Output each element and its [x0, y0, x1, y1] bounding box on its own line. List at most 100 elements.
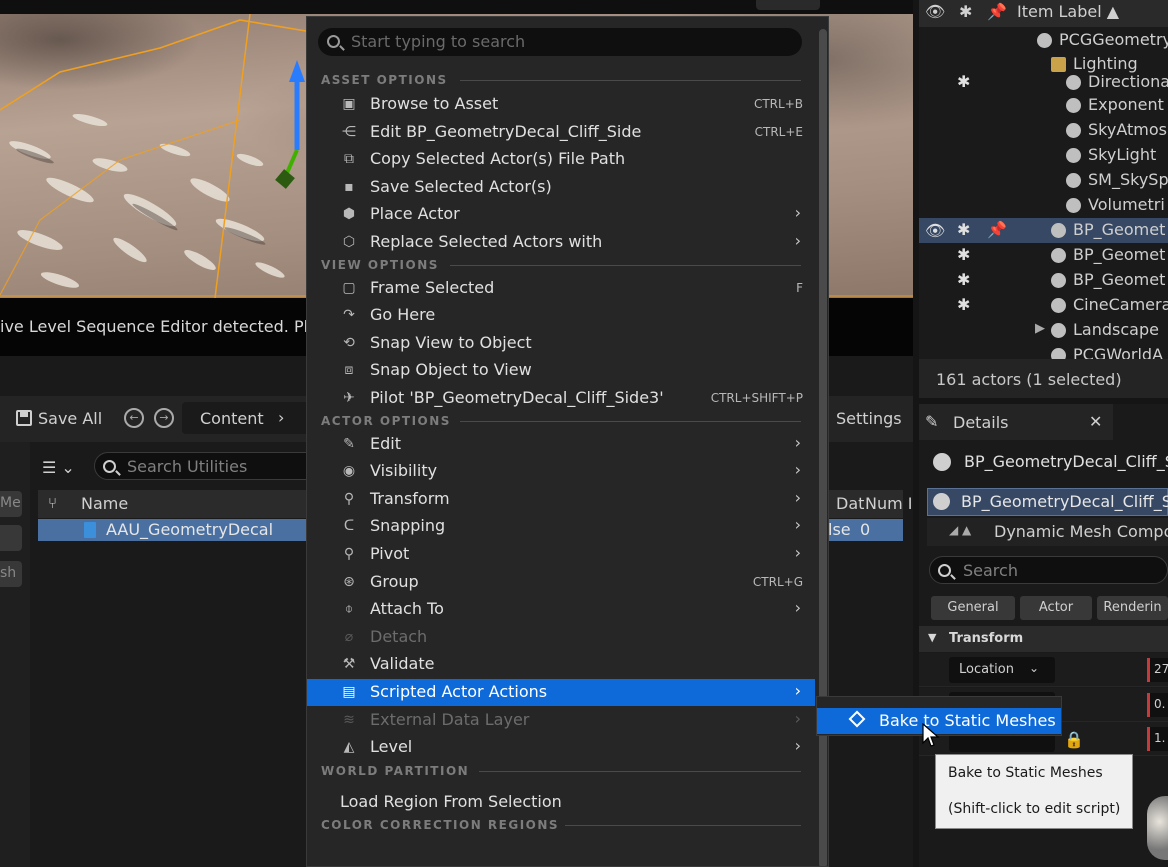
shortcut-label: CTRL+E — [754, 124, 803, 139]
breadcrumb[interactable]: Content › — [182, 402, 322, 434]
star-icon[interactable]: ✱ — [957, 245, 970, 264]
filter-icon[interactable]: ☰ ⌄ — [42, 458, 75, 477]
menu-item-copy-selected-actor-s-file-path[interactable]: ⧉ Copy Selected Actor(s) File Path — [307, 146, 815, 173]
chevron-right-icon: › — [794, 515, 801, 535]
viewport-toolbar-button[interactable] — [756, 0, 820, 10]
chevron-right-icon: › — [794, 543, 801, 562]
menu-item-load-region-from-selection[interactable]: Load Region From Selection — [307, 789, 815, 816]
expand-arrow-icon[interactable]: ▶ — [1035, 321, 1045, 336]
outliner-row[interactable]: SkyLight — [919, 143, 1168, 168]
pivot-icon: ⚲ — [343, 546, 355, 562]
breadcrumb-content[interactable]: Content — [200, 409, 264, 428]
eye-icon[interactable]: 👁 — [925, 221, 945, 240]
menu-item-pilot-bp-geometrydecal-cliff-side3[interactable]: ✈ Pilot 'BP_GeometryDecal_Cliff_Side3' CTR… — [307, 385, 815, 412]
star-header-icon[interactable]: ✱ — [959, 2, 972, 21]
menu-item-save-selected-actor-s[interactable]: ▪ Save Selected Actor(s) — [307, 174, 815, 201]
location-property-row: Location ⌄ 27 — [919, 653, 1168, 687]
shortcut-label: CTRL+B — [753, 97, 803, 111]
menu-item-level[interactable]: ◭ Level › — [307, 734, 815, 761]
details-tab[interactable]: ✎ Details ✕ — [919, 404, 1113, 440]
outliner-row[interactable]: ✱ Directiona — [919, 70, 1168, 95]
star-icon[interactable]: ✱ — [957, 220, 970, 239]
outliner-row-label: SkyLight — [1088, 145, 1157, 164]
menu-item-place-actor[interactable]: ⬢ Place Actor › — [307, 201, 815, 228]
menu-item-attach-to[interactable]: ⌽ Attach To › — [307, 596, 815, 623]
menu-item-edit-bp-geometrydecal-cliff-side[interactable]: ⋲ Edit BP_GeometryDecal_Cliff_Side CTRL+E — [307, 119, 815, 146]
menu-item-detach[interactable]: ⌀ Detach — [307, 624, 815, 651]
menu-item-external-data-layer[interactable]: ≋ External Data Layer › — [307, 707, 815, 734]
subcomponent-row[interactable]: ◢ ▲ Dynamic Mesh Compo — [927, 518, 1168, 546]
menu-item-label: Snap View to Object — [370, 332, 532, 352]
menu-item-browse-to-asset[interactable]: ▣ Browse to Asset CTRL+B — [307, 91, 815, 118]
source-chip[interactable] — [0, 525, 22, 551]
settings-button[interactable]: Settings — [836, 409, 902, 428]
source-chip[interactable]: sh — [0, 561, 22, 587]
menu-item-validate[interactable]: ⚒ Validate — [307, 651, 815, 678]
menu-search-input[interactable]: Start typing to search — [318, 28, 802, 56]
rotation-x-field[interactable]: 0. — [1147, 693, 1168, 717]
menu-item-scripted-actor-actions[interactable]: ▤ Scripted Actor Actions › — [307, 679, 815, 706]
actor-icon — [933, 453, 951, 471]
outliner-row[interactable]: ✱ CineCamera — [919, 293, 1168, 318]
location-x-field[interactable]: 27 — [1147, 658, 1168, 682]
item-label-header[interactable]: Item Label ▲ — [1017, 2, 1119, 21]
menu-item-snapping[interactable]: ᑕ Snapping › — [307, 513, 815, 540]
pin-icon[interactable]: 📌 — [987, 220, 1007, 239]
menu-item-pivot[interactable]: ⚲ Pivot › — [307, 541, 815, 568]
lock-icon[interactable]: 🔒 — [1064, 730, 1084, 749]
menu-item-label: Pilot 'BP_GeometryDecal_Cliff_Side3' — [370, 388, 664, 407]
attach-icon: ⌽ — [344, 601, 354, 618]
outliner-row[interactable]: ✱ BP_Geomet — [919, 268, 1168, 293]
utilities-search-input[interactable]: Search Utilities — [94, 452, 324, 480]
source-chip[interactable]: Me: — [0, 491, 22, 517]
menu-item-replace-selected-actors-with[interactable]: ⬡ Replace Selected Actors with › — [307, 229, 815, 256]
actor-icon — [1051, 273, 1066, 288]
star-icon[interactable]: ✱ — [957, 72, 970, 91]
menu-item-group[interactable]: ⊛ Group CTRL+G — [307, 569, 815, 596]
forward-icon[interactable]: → — [154, 408, 174, 428]
category-general[interactable]: General — [931, 596, 1015, 620]
menu-item-snap-object-to-view[interactable]: ⧈ Snap Object to View — [307, 357, 815, 384]
location-dropdown[interactable]: Location ⌄ — [949, 657, 1055, 683]
column-name[interactable]: Name — [81, 494, 128, 513]
column-dat[interactable]: Dat — [836, 494, 864, 513]
outliner-row[interactable]: ▶ Landscape — [919, 318, 1168, 343]
category-rendering[interactable]: Renderin — [1097, 596, 1168, 620]
menu-scrollbar[interactable] — [819, 29, 827, 866]
branch-icon[interactable]: ⑂ — [48, 494, 57, 512]
outliner-row[interactable]: PCGGeometry — [919, 28, 1168, 53]
outliner-row[interactable]: SkyAtmos — [919, 118, 1168, 143]
material-thumbnail[interactable] — [1147, 796, 1168, 860]
expand-triangle-icon[interactable]: ◢ ▲ — [949, 523, 971, 537]
save-all-button[interactable]: Save All — [16, 404, 102, 432]
component-row-selected[interactable]: BP_GeometryDecal_Cliff_S — [927, 488, 1168, 516]
outliner-row[interactable]: Volumetri — [919, 193, 1168, 218]
section-label: ACTOR OPTIONS — [321, 413, 451, 428]
scale-x-field[interactable]: 1. — [1147, 727, 1168, 751]
menu-item-frame-selected[interactable]: ▢ Frame Selected F — [307, 275, 815, 302]
chevron-right-icon: › — [794, 432, 801, 452]
pin-header-icon[interactable]: 📌 — [987, 2, 1007, 21]
menu-item-edit[interactable]: ✎ Edit › — [307, 431, 815, 458]
outliner-row[interactable]: SM_SkySp — [919, 168, 1168, 193]
outliner-row[interactable]: Exponent — [919, 93, 1168, 118]
back-icon[interactable]: ← — [124, 408, 144, 428]
outliner-row[interactable]: 👁 📌 ✱ BP_Geomet — [919, 218, 1168, 243]
menu-item-transform[interactable]: ⚲ Transform › — [307, 486, 815, 513]
menu-item-snap-view-to-object[interactable]: ⟲ Snap View to Object — [307, 330, 815, 357]
category-actor[interactable]: Actor — [1020, 596, 1092, 620]
menu-item-visibility[interactable]: ◉ Visibility › — [307, 458, 815, 485]
star-icon[interactable]: ✱ — [957, 295, 970, 314]
menu-item-go-here[interactable]: ↷ Go Here — [307, 302, 815, 329]
outliner-row[interactable]: ✱ BP_Geomet — [919, 243, 1168, 268]
transform-section-header[interactable]: ▼ Transform — [919, 626, 1168, 652]
pilot-icon: ✈ — [343, 390, 355, 406]
close-icon[interactable]: ✕ — [1089, 412, 1102, 431]
outliner-row-label: SkyAtmos — [1088, 120, 1167, 139]
star-icon[interactable]: ✱ — [957, 270, 970, 289]
shortcut-label: CTRL+G — [752, 574, 803, 589]
column-num[interactable]: Num I — [865, 494, 913, 513]
details-search-input[interactable]: Search — [929, 556, 1168, 584]
visibility-header-icon[interactable]: 👁 — [925, 2, 945, 21]
shortcut-label: F — [796, 280, 803, 295]
